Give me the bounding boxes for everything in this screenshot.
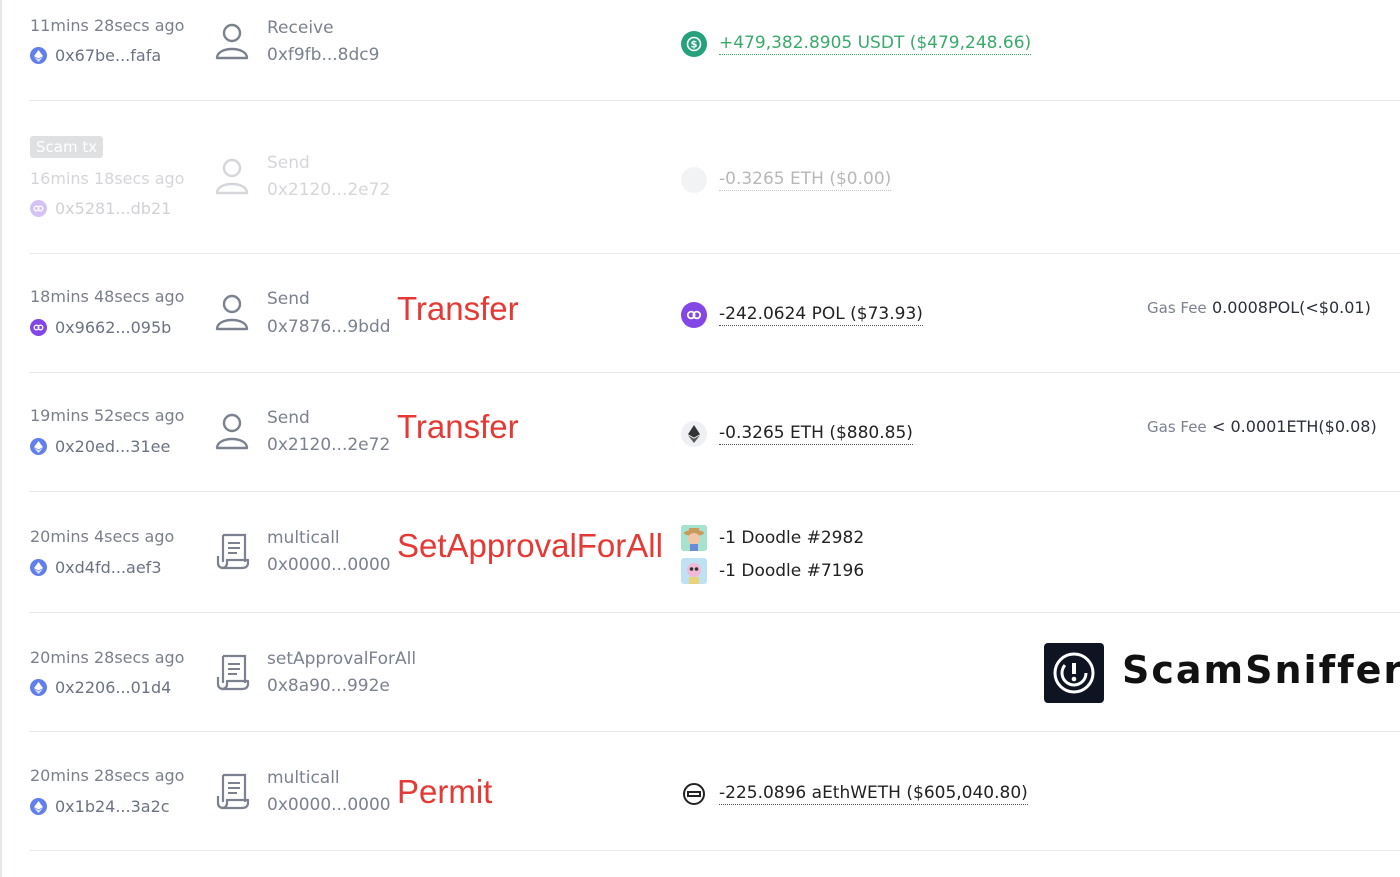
tx-method: Send [267,408,310,428]
ethereum-icon [30,798,47,815]
annotation-transfer: Transfer [397,408,519,445]
svg-text:$: $ [691,40,698,51]
tx-time: 20mins 28secs ago [30,766,185,785]
annotation-setapprovalforall: SetApprovalForAll [397,527,663,564]
tx-method: Receive [267,18,334,38]
left-border [0,0,2,877]
tx-hash: 0x1b24...3a2c [55,797,170,816]
contract-scroll-icon [216,533,250,570]
nft-item[interactable]: -1 Doodle #2982 [719,528,864,548]
tx-hash: 0x2206...01d4 [55,678,172,697]
user-icon [215,294,249,331]
tx-time: 16mins 18secs ago [30,169,185,188]
polygon-icon [30,319,47,336]
counterparty-address[interactable]: 0x0000...0000 [267,795,391,815]
tx-hash: 0x67be...fafa [55,46,162,65]
counterparty-address[interactable]: 0x2120...2e72 [267,435,390,455]
tx-time: 18mins 48secs ago [30,287,185,306]
weth-icon [683,783,705,805]
doodle-nft-thumbnail [681,558,707,584]
gas-fee-label: Gas Fee [1147,299,1207,317]
tx-hash: 0x9662...095b [55,318,172,337]
tx-time: 20mins 28secs ago [30,648,185,667]
polygon-icon [30,200,47,217]
row-divider [30,731,1400,732]
tx-hash-link[interactable]: 0x9662...095b [30,318,171,337]
tx-time: 11mins 28secs ago [30,16,185,35]
user-icon [215,23,249,60]
tx-method: Send [267,153,310,173]
token-amount[interactable]: -0.3265 ETH ($880.85) [719,423,913,445]
annotation-transfer: Transfer [397,290,519,327]
contract-scroll-icon [216,773,250,810]
tx-method: multicall [267,528,340,548]
ethereum-icon [681,421,707,447]
blank-token-icon [681,167,707,193]
token-amount[interactable]: -225.0896 aEthWETH ($605,040.80) [719,783,1028,805]
nft-item[interactable]: -1 Doodle #7196 [719,561,864,581]
counterparty-address[interactable]: 0x7876...9bdd [267,317,391,337]
contract-scroll-icon [216,654,250,691]
tx-hash-link[interactable]: 0x1b24...3a2c [30,797,170,816]
counterparty-address[interactable]: 0x8a90...992e [267,676,390,696]
scam-tx-badge: Scam tx [30,136,104,158]
counterparty-address[interactable]: 0x2120...2e72 [267,180,390,200]
token-amount[interactable]: -0.3265 ETH ($0.00) [719,169,892,191]
doodle-nft-thumbnail [681,525,707,551]
annotation-permit: Permit [397,773,493,810]
row-divider [30,491,1400,492]
tx-method: setApprovalForAll [267,649,417,669]
row-divider [30,372,1400,373]
row-divider [30,850,1400,851]
radar-shield-icon [1044,643,1104,703]
gas-fee-value: < 0.0001ETH($0.08) [1212,417,1377,436]
row-divider [30,253,1400,254]
counterparty-address[interactable]: 0x0000...0000 [267,555,391,575]
counterparty-address[interactable]: 0xf9fb...8dc9 [267,45,379,65]
user-icon [215,158,249,195]
row-divider [30,612,1400,613]
user-icon [215,413,249,450]
token-amount[interactable]: +479,382.8905 USDT ($479,248.66) [719,33,1032,55]
tx-hash-link[interactable]: 0x20ed...31ee [30,437,170,456]
tx-hash-link[interactable]: 0x2206...01d4 [30,678,171,697]
tx-method: multicall [267,768,340,788]
tx-hash: 0xd4fd...aef3 [55,558,162,577]
polygon-icon [681,302,707,328]
tx-hash-link[interactable]: 0xd4fd...aef3 [30,558,162,577]
tx-method: Send [267,289,310,309]
tx-hash-link[interactable]: 0x5281...db21 [30,199,171,218]
gas-fee-value: 0.0008POL(<$0.01) [1212,298,1371,317]
gas-fee-label: Gas Fee [1147,418,1207,436]
row-divider [30,100,1400,101]
tx-hash: 0x20ed...31ee [55,437,171,456]
ethereum-icon [30,438,47,455]
tx-time: 20mins 4secs ago [30,527,175,546]
token-amount[interactable]: -242.0624 POL ($73.93) [719,304,923,326]
ethereum-icon [30,559,47,576]
brand-name: ScamSniffer [1122,648,1400,692]
ethereum-icon [30,679,47,696]
tx-time: 19mins 52secs ago [30,406,185,425]
usdt-icon: $ [681,31,707,57]
ethereum-icon [30,47,47,64]
tx-hash-link[interactable]: 0x67be...fafa [30,46,161,65]
tx-hash: 0x5281...db21 [55,199,172,218]
